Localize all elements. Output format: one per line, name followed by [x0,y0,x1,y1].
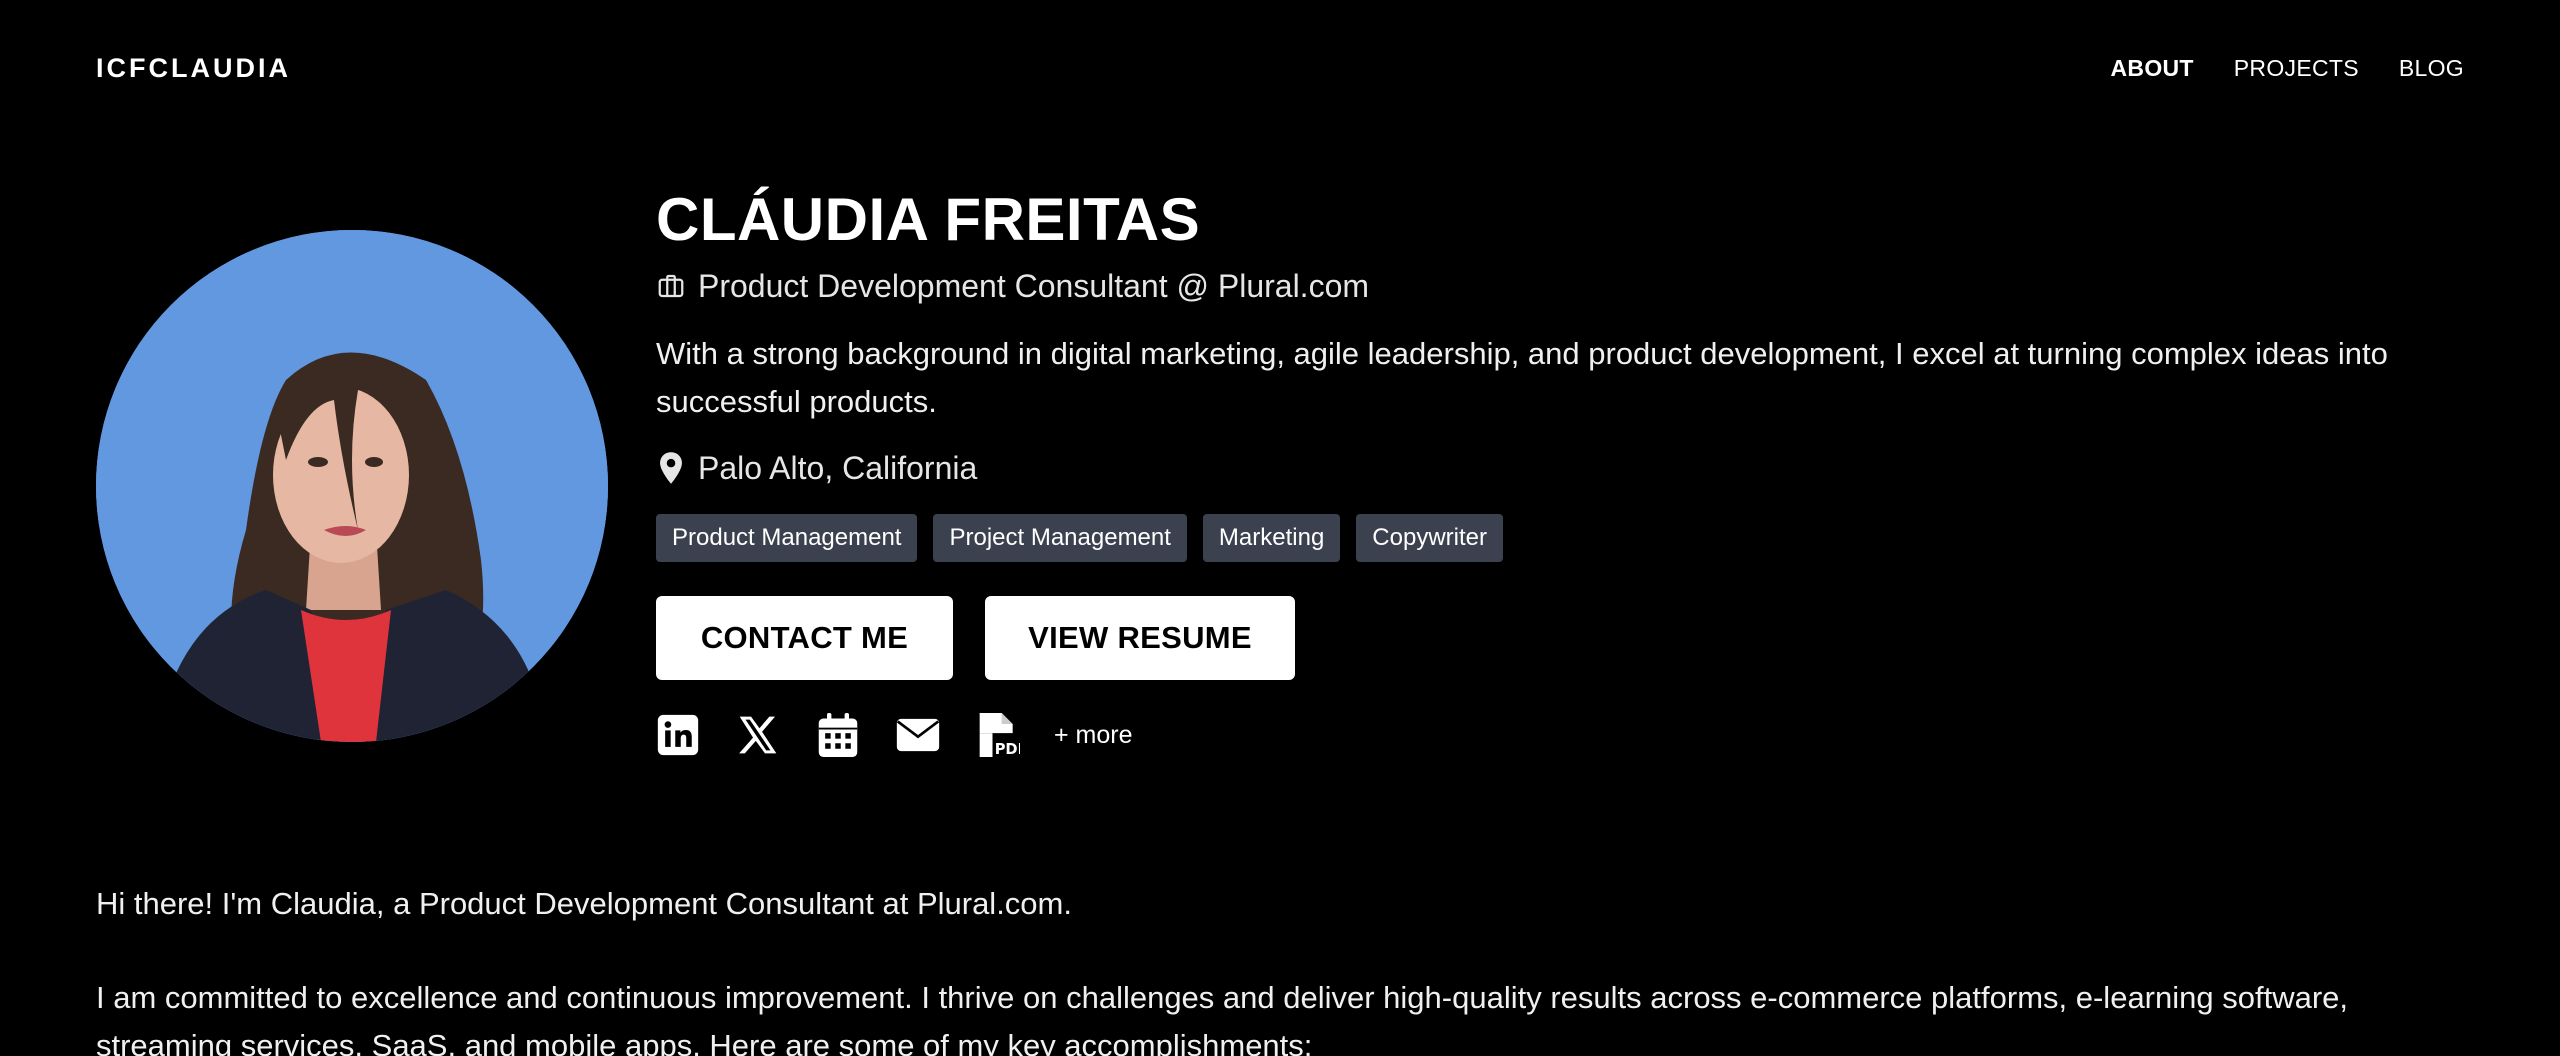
more-links-link[interactable]: + more [1054,721,1133,750]
social-links: PDF + more [656,710,2456,760]
role-text: Product Development Consultant @ Plural.… [698,268,1370,304]
profile-name: CLÁUDIA FREITAS [656,186,1201,253]
view-resume-button[interactable]: VIEW RESUME [985,596,1295,680]
linkedin-icon[interactable] [656,710,700,760]
tag-project-management: Project Management [933,514,1187,562]
main-nav: ABOUT PROJECTS BLOG [2111,52,2465,84]
page: ICFCLAUDIA ABOUT PROJECTS BLOG CLÁUDIA F… [0,0,2560,1056]
profile-actions: CONTACT ME VIEW RESUME [656,596,2456,680]
avatar [96,230,608,742]
tag-product-management: Product Management [656,514,918,562]
briefcase-icon [658,274,684,298]
about-paragraph: I am committed to excellence and continu… [96,980,2348,1056]
svg-text:PDF: PDF [995,741,1020,758]
contact-me-button[interactable]: CONTACT ME [656,596,953,680]
skill-tags: Product Management Project Management Ma… [656,514,2456,562]
location-pin-icon [660,452,682,484]
avatar-image [96,230,608,742]
calendar-icon[interactable] [816,710,860,760]
nav-about[interactable]: ABOUT [2111,52,2194,84]
nav-blog[interactable]: BLOG [2399,52,2464,84]
profile-role: Product Development Consultant @ Plural.… [656,266,2456,306]
tag-copywriter: Copywriter [1356,514,1503,562]
profile-section: CLÁUDIA FREITAS Product Development Cons… [656,180,2456,760]
tag-marketing: Marketing [1202,514,1341,562]
profile-location: Palo Alto, California [656,448,2456,488]
nav-projects[interactable]: PROJECTS [2234,52,2359,84]
pdf-icon[interactable]: PDF [976,710,1020,760]
profile-bio: With a strong background in digital mark… [656,336,2388,419]
location-text: Palo Alto, California [698,450,978,486]
about-intro: Hi there! I'm Claudia, a Product Develop… [96,886,1072,921]
site-logo[interactable]: ICFCLAUDIA [96,52,291,84]
email-icon[interactable] [896,710,940,760]
x-icon[interactable] [736,710,780,760]
about-section: Hi there! I'm Claudia, a Product Develop… [96,880,2476,1056]
